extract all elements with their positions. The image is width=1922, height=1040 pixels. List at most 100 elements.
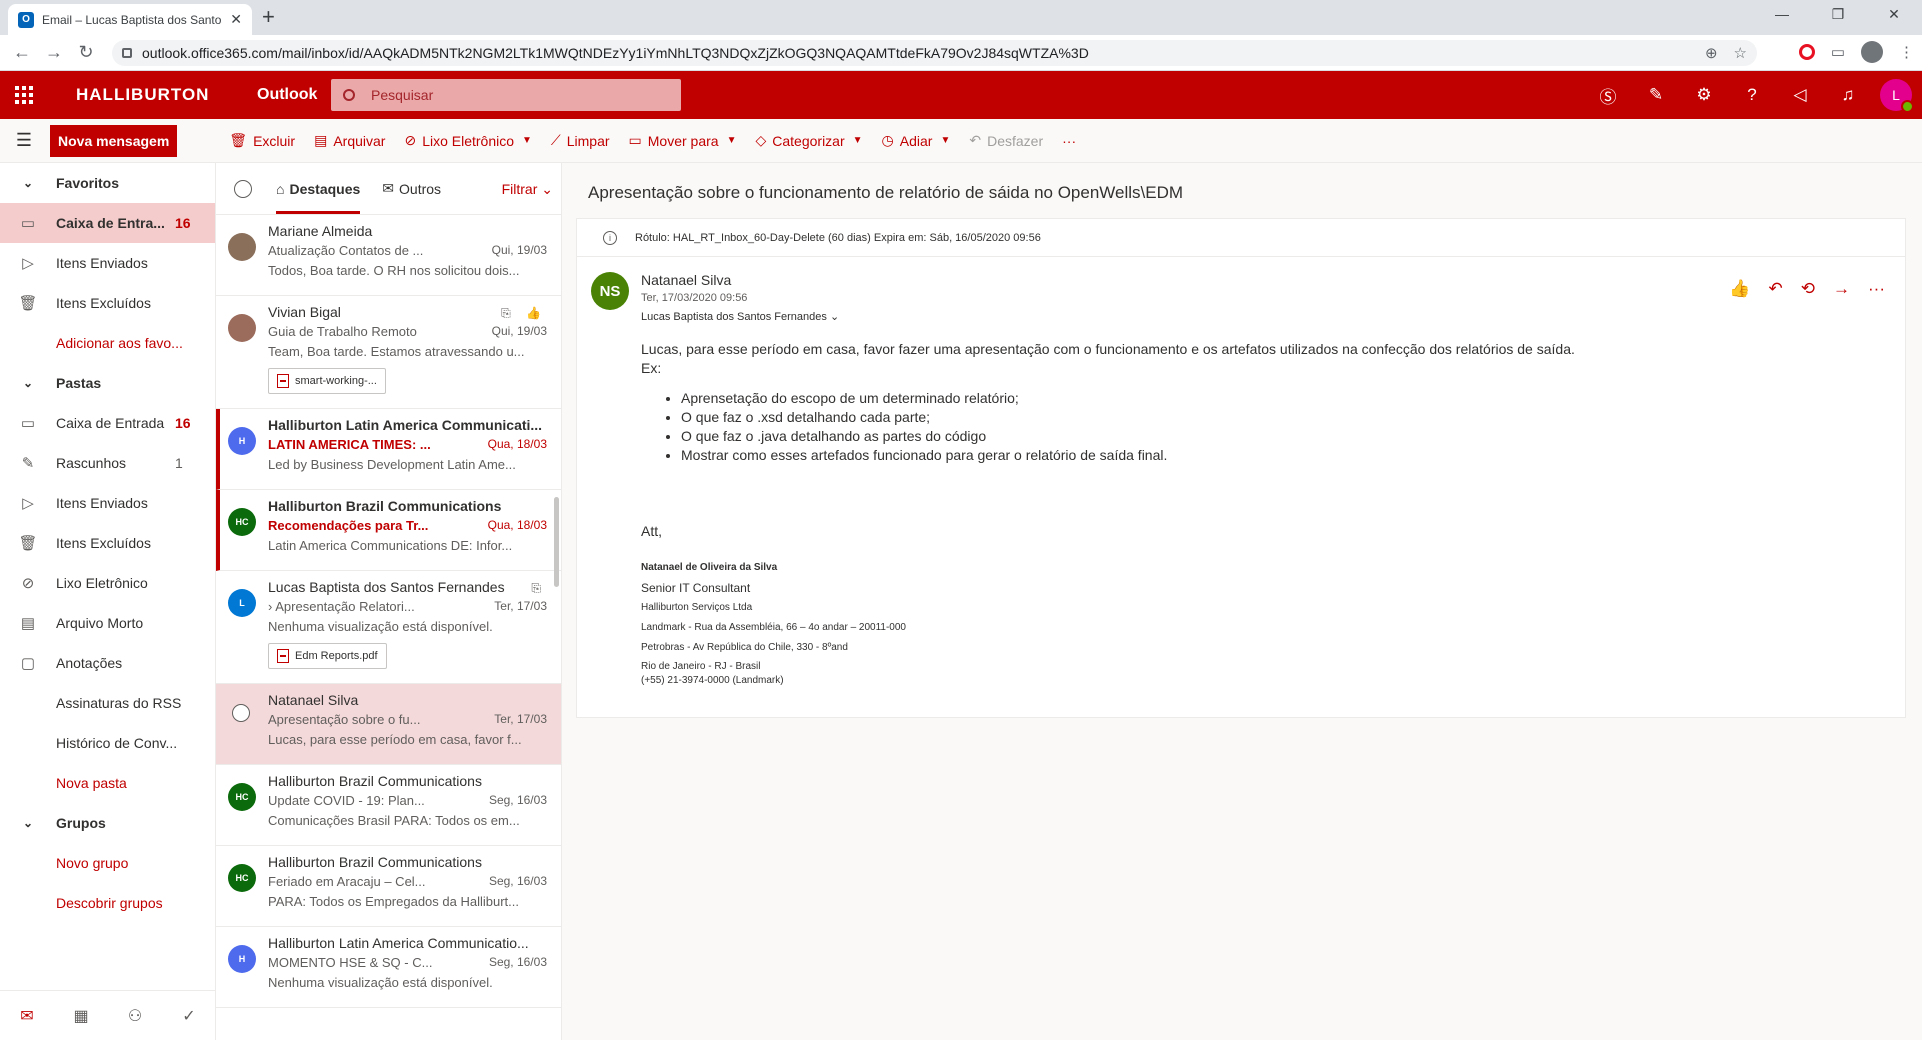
maximize-button[interactable]: ❐ bbox=[1810, 0, 1866, 28]
reply-icon[interactable]: ↶ bbox=[1769, 279, 1783, 299]
sender-name: Halliburton Brazil Communications bbox=[268, 498, 502, 514]
search-box[interactable]: Pesquisar bbox=[331, 79, 681, 111]
attachment-chip[interactable]: smart-working-... bbox=[268, 368, 386, 394]
add-icon[interactable]: ⊕ bbox=[1705, 44, 1718, 62]
todo-icon[interactable]: ✎ bbox=[1632, 85, 1680, 105]
list-item[interactable]: Natanael Silva Apresentação sobre o fu..… bbox=[216, 684, 561, 765]
select-all-checkbox[interactable] bbox=[234, 179, 252, 198]
delete-button[interactable]: 🗑 Excluir bbox=[229, 132, 295, 149]
feedback-megaphone-icon[interactable]: ◁ bbox=[1776, 85, 1824, 105]
folder-inbox[interactable]: ▭ Caixa de Entrada 16 bbox=[0, 403, 215, 443]
folder-conversation-history[interactable]: Histórico de Conv... bbox=[0, 723, 215, 763]
snooze-button[interactable]: ◷ Adiar ▼ bbox=[882, 132, 951, 149]
list-item[interactable]: Mariane Almeida Atualização Contatos de … bbox=[216, 215, 561, 296]
cast-icon[interactable]: ▭ bbox=[1831, 43, 1845, 61]
app-name[interactable]: Outlook bbox=[257, 86, 331, 104]
folder-deleted-items[interactable]: 🗑 Itens Excluídos bbox=[0, 523, 215, 563]
sweep-button[interactable]: ⟋ Limpar bbox=[551, 132, 610, 149]
forward-button[interactable]: → bbox=[38, 42, 70, 63]
todo-check-icon[interactable]: ✓ bbox=[162, 1006, 216, 1026]
list-item[interactable]: L ⎘ Lucas Baptista dos Santos Fernandes … bbox=[216, 571, 561, 684]
new-group-label: Novo grupo bbox=[56, 855, 129, 871]
list-item[interactable]: H Halliburton Latin America Communicati.… bbox=[216, 409, 561, 490]
more-icon: ··· bbox=[1062, 132, 1077, 149]
browser-menu-icon[interactable]: ⋮ bbox=[1899, 43, 1914, 61]
help-icon[interactable]: ? bbox=[1728, 85, 1776, 105]
move-to-button[interactable]: ▭ Mover para ▼ bbox=[629, 132, 737, 149]
brand-logo: HALLIBURTON bbox=[76, 85, 210, 104]
discover-groups-link[interactable]: Descobrir grupos bbox=[0, 883, 215, 923]
new-message-button[interactable]: Nova mensagem bbox=[50, 124, 178, 157]
tab-other[interactable]: ✉ Outros bbox=[382, 163, 441, 215]
folder-drafts[interactable]: ✎ Rascunhos 1 bbox=[0, 443, 215, 483]
preview: Nenhuma visualização está disponível. bbox=[268, 619, 493, 634]
folder-notes[interactable]: ▢ Anotações bbox=[0, 643, 215, 683]
back-button[interactable]: ← bbox=[6, 42, 38, 63]
notifications-bell-icon[interactable]: ♫ bbox=[1824, 85, 1872, 105]
select-radio[interactable] bbox=[232, 704, 250, 722]
list-scrollbar[interactable] bbox=[554, 497, 559, 587]
chevron-down-icon: ⌄ bbox=[22, 816, 34, 830]
list-item[interactable]: HC Halliburton Brazil Communications Rec… bbox=[216, 490, 561, 571]
bookmark-star-icon[interactable]: ☆ bbox=[1734, 44, 1747, 62]
folder-sent-items[interactable]: ▷ Itens Enviados bbox=[0, 483, 215, 523]
archive-button[interactable]: ▤ Arquivar bbox=[314, 132, 385, 149]
new-group-link[interactable]: Novo grupo bbox=[0, 843, 215, 883]
app-launcher-button[interactable] bbox=[0, 71, 48, 119]
tab-close-icon[interactable]: ✕ bbox=[230, 11, 242, 28]
undo-button[interactable]: ↶ Desfazer bbox=[969, 132, 1043, 149]
junk-button[interactable]: ⊘ Lixo Eletrônico ▼ bbox=[404, 132, 531, 149]
sender-name: Mariane Almeida bbox=[268, 223, 373, 239]
folders-header[interactable]: ⌄ Pastas bbox=[0, 363, 215, 403]
minimize-button[interactable]: — bbox=[1754, 0, 1810, 28]
sender-avatar[interactable]: NS bbox=[591, 272, 629, 310]
people-icon[interactable]: ⚇ bbox=[108, 1006, 162, 1026]
new-folder-link[interactable]: Nova pasta bbox=[0, 763, 215, 803]
mail-icon[interactable]: ✉ bbox=[0, 1006, 54, 1026]
recipient[interactable]: Lucas Baptista dos Santos Fernandes ⌄ bbox=[641, 310, 839, 323]
more-actions-button[interactable]: ··· bbox=[1062, 133, 1076, 149]
file-icon bbox=[277, 374, 289, 388]
note-icon: ▢ bbox=[20, 655, 36, 672]
folder-junk[interactable]: ⊘ Lixo Eletrônico bbox=[0, 563, 215, 603]
settings-gear-icon[interactable]: ⚙ bbox=[1680, 85, 1728, 105]
skype-icon[interactable]: Ⓢ bbox=[1584, 83, 1632, 108]
subject: › Apresentação Relatori... bbox=[268, 599, 415, 619]
opera-extension-icon[interactable] bbox=[1798, 44, 1815, 60]
list-item[interactable]: H Halliburton Latin America Communicatio… bbox=[216, 927, 561, 1008]
filter-button[interactable]: Filtrar ⌄ bbox=[502, 181, 553, 198]
preview: Nenhuma visualização está disponível. bbox=[268, 975, 493, 990]
calendar-icon[interactable]: ▦ bbox=[54, 1006, 108, 1026]
new-tab-button[interactable]: + bbox=[262, 6, 275, 28]
fav-sent-items[interactable]: ▷ Itens Enviados bbox=[0, 243, 215, 283]
browser-tab[interactable]: O Email – Lucas Baptista dos Santos ✕ bbox=[8, 4, 252, 35]
fav-deleted-items[interactable]: 🗑 Itens Excluídos bbox=[0, 283, 215, 323]
sender-name[interactable]: Natanael Silva bbox=[641, 272, 731, 288]
list-item[interactable]: HC Halliburton Brazil Communications Fer… bbox=[216, 846, 561, 927]
tab-focused[interactable]: ⌂ Destaques bbox=[276, 163, 361, 215]
hamburger-menu-icon[interactable]: ☰ bbox=[0, 130, 48, 151]
reply-all-icon[interactable]: ⟲ bbox=[1801, 279, 1815, 299]
reload-button[interactable]: ↻ bbox=[70, 42, 102, 63]
fav-inbox[interactable]: ▭ Caixa de Entra... 16 bbox=[0, 203, 215, 243]
subject: LATIN AMERICA TIMES: ... bbox=[268, 437, 431, 452]
user-avatar[interactable]: L bbox=[1880, 79, 1914, 113]
forward-icon[interactable]: → bbox=[1833, 279, 1850, 299]
profile-avatar[interactable] bbox=[1861, 41, 1883, 63]
attachment-chip[interactable]: Edm Reports.pdf bbox=[268, 643, 387, 669]
chevron-down-icon: ⌄ bbox=[22, 376, 34, 390]
more-icon[interactable]: ··· bbox=[1868, 279, 1885, 299]
url-text[interactable]: outlook.office365.com/mail/inbox/id/AAQk… bbox=[142, 45, 1705, 61]
favorites-header[interactable]: ⌄ Favoritos bbox=[0, 163, 215, 203]
add-favorite-link[interactable]: Adicionar aos favo... bbox=[0, 323, 215, 363]
groups-header[interactable]: ⌄ Grupos bbox=[0, 803, 215, 843]
waffle-icon bbox=[15, 86, 33, 104]
categorize-button[interactable]: ◇ Categorizar ▼ bbox=[755, 132, 862, 149]
like-icon[interactable]: 👍 bbox=[1729, 279, 1750, 299]
folder-rss[interactable]: Assinaturas do RSS bbox=[0, 683, 215, 723]
omnibox[interactable]: outlook.office365.com/mail/inbox/id/AAQk… bbox=[112, 40, 1757, 66]
close-window-button[interactable]: ✕ bbox=[1866, 0, 1922, 28]
folder-archive[interactable]: ▤ Arquivo Morto bbox=[0, 603, 215, 643]
list-item[interactable]: ⎘ 👍 Vivian Bigal Guia de Trabalho Remoto… bbox=[216, 296, 561, 409]
list-item[interactable]: HC Halliburton Brazil Communications Upd… bbox=[216, 765, 561, 846]
